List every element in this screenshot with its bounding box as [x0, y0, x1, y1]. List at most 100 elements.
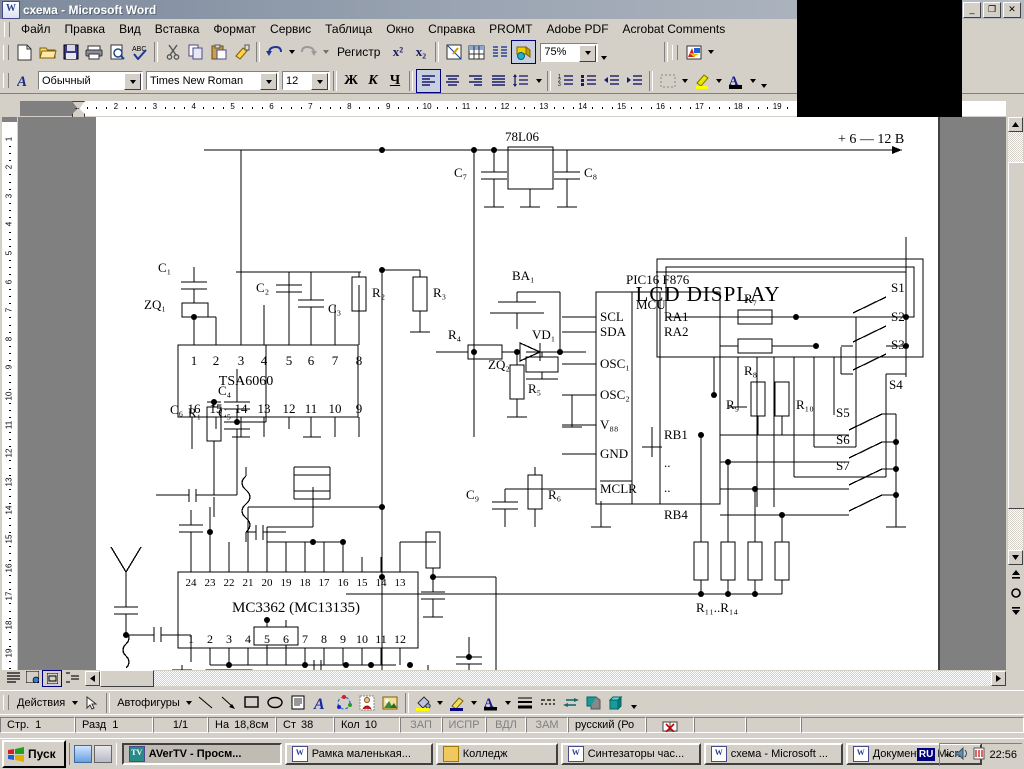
status-spellcheck-icon[interactable]: [646, 717, 694, 733]
font-size-combo-arrow[interactable]: [311, 73, 328, 90]
menu-item-format[interactable]: Формат: [206, 20, 263, 38]
print-icon[interactable]: [82, 41, 105, 63]
decrease-indent-icon[interactable]: [600, 70, 623, 92]
select-browse-object-icon[interactable]: [1011, 588, 1021, 601]
highlight-dropdown-arrow[interactable]: [713, 70, 724, 92]
highlight-icon[interactable]: [690, 70, 713, 92]
clock[interactable]: 22:56: [989, 749, 1017, 761]
schematic-drawing[interactable]: + 6 — 12 В 78L06 LCD DISPLAY PIC16 F876 …: [96, 117, 938, 670]
line-color-icon[interactable]: [446, 692, 469, 714]
cut-icon[interactable]: [161, 41, 184, 63]
line-spacing-dropdown-arrow[interactable]: [533, 70, 544, 92]
menu-item-table[interactable]: Таблица: [318, 20, 379, 38]
toolbar-options-arrow[interactable]: [598, 51, 609, 65]
minimize-button[interactable]: _: [963, 2, 981, 18]
align-justify-icon[interactable]: [487, 70, 510, 92]
menu-grip[interactable]: [4, 21, 10, 37]
fill-color-icon[interactable]: [412, 692, 435, 714]
drawing-toolbar-options-arrow[interactable]: [629, 700, 640, 714]
increase-indent-icon[interactable]: [623, 70, 646, 92]
status-flag-rec[interactable]: ЗАП: [400, 717, 442, 733]
menu-item-adobe-pdf[interactable]: Adobe PDF: [540, 20, 616, 38]
next-page-icon[interactable]: [1011, 606, 1021, 620]
styles-and-formatting-icon[interactable]: A: [13, 70, 36, 92]
menu-item-acrobat-comments[interactable]: Acrobat Comments: [616, 20, 733, 38]
menu-item-window[interactable]: Окно: [379, 20, 421, 38]
formatting-toolbar-grip[interactable]: [3, 73, 9, 88]
numbered-list-icon[interactable]: 123: [554, 70, 577, 92]
menu-item-file[interactable]: Файл: [14, 20, 58, 38]
menu-item-view[interactable]: Вид: [112, 20, 148, 38]
scroll-down-button[interactable]: [1008, 550, 1023, 565]
scroll-left-button[interactable]: [85, 670, 100, 686]
status-flag-ovr[interactable]: ЗАМ: [526, 717, 568, 733]
formatting-toolbar-options-arrow[interactable]: [758, 79, 769, 93]
volume-icon[interactable]: [955, 746, 969, 763]
align-right-icon[interactable]: [464, 70, 487, 92]
standard-toolbar-grip[interactable]: [3, 44, 9, 60]
scroll-right-button[interactable]: [991, 670, 1006, 686]
internet-explorer-icon[interactable]: [73, 745, 92, 763]
borders-icon[interactable]: [656, 70, 679, 92]
redo-dropdown-arrow[interactable]: [320, 41, 331, 63]
line-style-icon[interactable]: [514, 692, 537, 714]
shadow-style-icon[interactable]: [583, 692, 606, 714]
format-painter-icon[interactable]: [230, 41, 253, 63]
bold-button[interactable]: Ж: [340, 70, 362, 92]
undo-dropdown-arrow[interactable]: [286, 41, 297, 63]
clip-art-icon[interactable]: [356, 692, 379, 714]
status-flag-trk[interactable]: ИСПР: [442, 717, 486, 733]
borders-dropdown-arrow[interactable]: [679, 70, 690, 92]
wordart-icon[interactable]: A: [310, 692, 333, 714]
document-page[interactable]: + 6 — 12 В 78L06 LCD DISPLAY PIC16 F876 …: [96, 117, 940, 670]
status-flag-ext[interactable]: ВДЛ: [486, 717, 526, 733]
vertical-ruler[interactable]: 1 2 3 4 5 6 7 8 9 10 11 12 13 14 15 16 17 18 19: [0, 117, 18, 670]
align-left-icon[interactable]: [416, 68, 441, 93]
bulleted-list-icon[interactable]: [577, 70, 600, 92]
arrow-icon[interactable]: [218, 692, 241, 714]
open-folder-icon[interactable]: [36, 41, 59, 63]
new-document-icon[interactable]: [13, 41, 36, 63]
draw-font-color-dropdown-arrow[interactable]: [503, 692, 514, 714]
calculator-icon[interactable]: [93, 745, 112, 763]
scroll-up-button[interactable]: [1008, 117, 1023, 132]
zoom-combo[interactable]: 75%: [540, 42, 599, 62]
diagram-icon[interactable]: [333, 692, 356, 714]
print-layout-view-icon[interactable]: [42, 669, 62, 687]
zoom-combo-arrow[interactable]: [579, 44, 597, 62]
promt-translate-icon[interactable]: [682, 41, 705, 63]
text-box-icon[interactable]: [287, 692, 310, 714]
actions-menu-button[interactable]: Действия: [13, 697, 69, 709]
normal-view-icon[interactable]: [4, 670, 22, 685]
menu-item-help[interactable]: Справка: [421, 20, 482, 38]
drawing-toolbar-grip[interactable]: [3, 695, 9, 710]
subscript-button[interactable]: x₂: [409, 41, 432, 63]
horizontal-scroll-thumb[interactable]: [100, 669, 154, 687]
task-button-ramka[interactable]: W Рамка маленькая...: [284, 743, 433, 765]
autoshapes-menu-button[interactable]: Автофигуры: [113, 697, 184, 709]
insert-table-icon[interactable]: [465, 41, 488, 63]
menu-item-promt[interactable]: PROMT: [482, 20, 539, 38]
promt-toolbar-grip[interactable]: [672, 44, 679, 60]
menu-item-edit[interactable]: Правка: [58, 20, 113, 38]
undo-icon[interactable]: [263, 41, 286, 63]
promt-dropdown-arrow[interactable]: [705, 41, 716, 63]
document-area[interactable]: + 6 — 12 В 78L06 LCD DISPLAY PIC16 F876 …: [18, 117, 1006, 670]
font-color-dropdown-arrow[interactable]: [747, 70, 758, 92]
restore-button[interactable]: ❐: [983, 2, 1001, 18]
columns-icon[interactable]: [488, 41, 511, 63]
draw-font-color-icon[interactable]: A: [480, 692, 503, 714]
close-button[interactable]: ✕: [1003, 2, 1021, 18]
superscript-button[interactable]: x²: [386, 41, 409, 63]
3d-style-icon[interactable]: [606, 692, 629, 714]
horizontal-scroll-track[interactable]: [154, 670, 991, 686]
paste-icon[interactable]: [207, 41, 230, 63]
line-icon[interactable]: [195, 692, 218, 714]
task-button-avertv[interactable]: TV AVerTV - Просм...: [121, 743, 282, 765]
redo-icon[interactable]: [297, 41, 320, 63]
save-icon[interactable]: [59, 41, 82, 63]
font-size-combo[interactable]: 12: [282, 71, 330, 90]
line-spacing-icon[interactable]: [510, 70, 533, 92]
horizontal-scrollbar-row[interactable]: [0, 669, 1024, 687]
autoshapes-dropdown-arrow[interactable]: [184, 692, 195, 714]
